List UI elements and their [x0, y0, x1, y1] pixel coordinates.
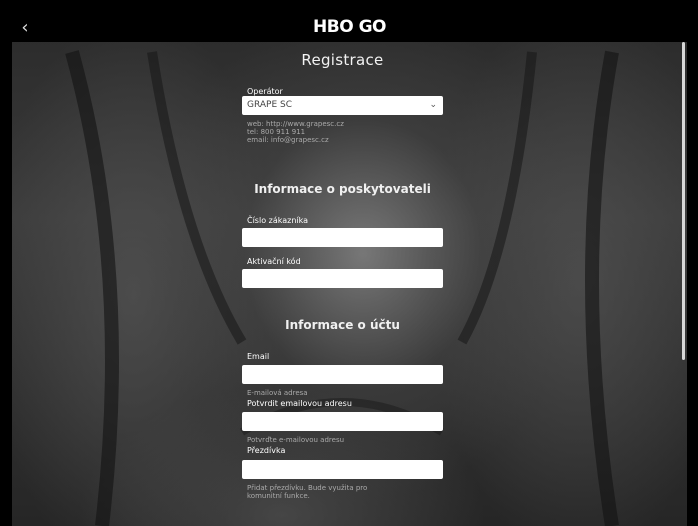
page-title: Registrace: [301, 51, 384, 69]
email-label: Email: [247, 352, 270, 361]
nickname-help-line1: Přidat přezdívku. Bude využita pro: [247, 484, 368, 492]
activation-code-input[interactable]: [242, 269, 443, 288]
activation-code-label: Aktivační kód: [247, 257, 301, 266]
nickname-help-line2: komunitní funkce.: [247, 492, 310, 500]
hbo-go-logo: HBO GO: [313, 17, 386, 37]
top-bar: ‹ HBO GO: [12, 12, 687, 42]
app-window: ‹ HBO GO Registrace Operátor GRAPE SC ⌄ …: [12, 12, 687, 526]
chevron-left-icon: ‹: [21, 16, 29, 38]
confirm-email-help: Potvrďte e-mailovou adresu: [247, 436, 345, 444]
operator-tel: tel: 800 911 911: [247, 128, 306, 136]
nickname-input[interactable]: [242, 460, 443, 479]
email-input[interactable]: [242, 365, 443, 384]
operator-select[interactable]: GRAPE SC ⌄: [242, 96, 443, 115]
back-button[interactable]: ‹: [15, 15, 35, 39]
scrollbar[interactable]: [682, 42, 685, 360]
operator-label: Operátor: [247, 87, 283, 96]
operator-web: web: http://www.grapesc.cz: [247, 120, 344, 128]
provider-section-title: Informace o poskytovateli: [254, 182, 431, 196]
nickname-label: Přezdívka: [247, 446, 286, 455]
confirm-email-label: Potvrdit emailovou adresu: [247, 399, 352, 408]
operator-email: email: info@grapesc.cz: [247, 136, 329, 144]
customer-number-label: Číslo zákazníka: [247, 216, 309, 225]
operator-selected-value: GRAPE SC: [247, 100, 292, 110]
customer-number-input[interactable]: [242, 228, 443, 247]
registration-form: Registrace Operátor GRAPE SC ⌄ web: http…: [242, 42, 443, 500]
confirm-email-input[interactable]: [242, 412, 443, 431]
email-help: E-mailová adresa: [247, 389, 308, 397]
account-section-title: Informace o účtu: [285, 318, 400, 332]
chevron-down-icon: ⌄: [429, 100, 437, 110]
